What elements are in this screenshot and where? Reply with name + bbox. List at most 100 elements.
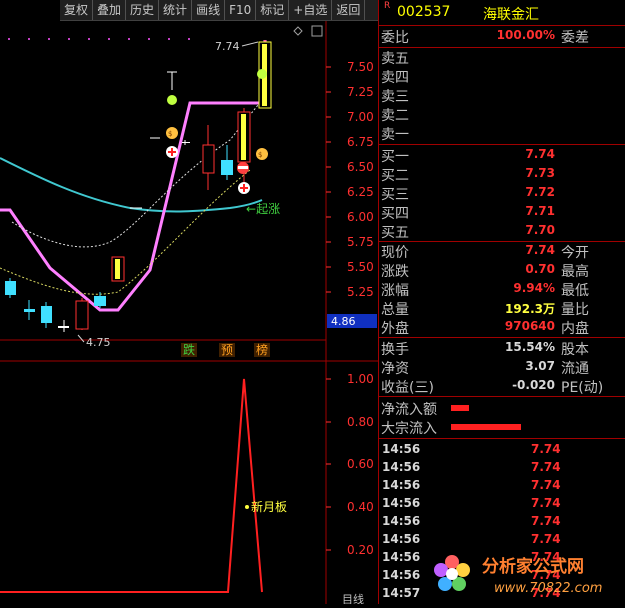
f10-button[interactable]: F10 bbox=[225, 0, 257, 20]
current-price-label: 4.86 bbox=[331, 315, 356, 328]
window-icon[interactable] bbox=[311, 25, 323, 37]
tick-time: 14:56 bbox=[382, 532, 421, 546]
ask-row[interactable]: 卖三 bbox=[379, 86, 625, 105]
bid-row[interactable]: 买一 7.74 bbox=[379, 146, 625, 165]
candle bbox=[202, 144, 215, 174]
top-dots bbox=[8, 38, 190, 40]
flow-row: 净流入额 bbox=[379, 399, 625, 418]
bid-label: 买四 bbox=[381, 206, 409, 222]
stat-label: 净资 bbox=[381, 361, 409, 377]
divider bbox=[379, 337, 625, 338]
divider bbox=[379, 396, 625, 397]
price-tick: 5.25 bbox=[347, 285, 374, 299]
diamond-icon[interactable] bbox=[293, 26, 303, 36]
ask-row[interactable]: 卖二 bbox=[379, 105, 625, 124]
watermark-text: 分析家公式网 bbox=[482, 556, 584, 577]
stats-button[interactable]: 统计 bbox=[159, 0, 193, 20]
weibi-row: 委比 100.00% 委差 bbox=[379, 27, 625, 46]
watermark-logo-icon: 分析家公式网 www.70822.com bbox=[434, 555, 602, 596]
ask-label: 卖四 bbox=[381, 70, 409, 86]
candle bbox=[41, 306, 52, 323]
bid-label: 买一 bbox=[381, 149, 409, 165]
tick-time: 14:56 bbox=[382, 460, 421, 474]
stat-label2: 内盘 bbox=[561, 321, 589, 337]
indicator-tick: 1.00 bbox=[347, 372, 374, 386]
candle bbox=[24, 309, 35, 312]
bid-label: 买三 bbox=[381, 187, 409, 203]
flow-label: 净流入额 bbox=[381, 402, 437, 418]
apple-icon bbox=[167, 71, 177, 105]
price-tick: 6.00 bbox=[347, 210, 374, 224]
stat-value: 9.94% bbox=[513, 281, 555, 295]
ask-row[interactable]: 卖四 bbox=[379, 67, 625, 86]
stock-code[interactable]: 002537 bbox=[397, 4, 450, 20]
price-tick: 6.50 bbox=[347, 160, 374, 174]
candle bbox=[75, 300, 89, 330]
fuquan-button[interactable]: 复权 bbox=[60, 0, 94, 20]
price-tick: 5.75 bbox=[347, 235, 374, 249]
tick-time: 14:57 bbox=[382, 586, 421, 600]
indicator-bottom-label: 目线 bbox=[342, 592, 364, 604]
striped-ball-icon bbox=[237, 162, 249, 174]
stat-row: 总量 192.3万 量比 bbox=[379, 299, 625, 318]
stat-label: 现价 bbox=[381, 245, 409, 261]
price-tick: 5.50 bbox=[347, 260, 374, 274]
ask-row[interactable]: 卖一 bbox=[379, 124, 625, 143]
stat-label2: 最低 bbox=[561, 283, 589, 299]
signal-bang: 榜 bbox=[256, 342, 268, 357]
bid-row[interactable]: 买三 7.72 bbox=[379, 184, 625, 203]
draw-line-button[interactable]: 画线 bbox=[192, 0, 226, 20]
watermark: 分析家公式网 www.70822.com bbox=[428, 548, 625, 604]
svg-text:$: $ bbox=[258, 151, 262, 159]
stat-row: 收益(三) -0.020 PE(动) bbox=[379, 377, 625, 396]
stat-value: -0.020 bbox=[512, 378, 555, 392]
ask-label: 卖一 bbox=[381, 127, 409, 143]
bid-value: 7.74 bbox=[525, 147, 555, 161]
mark-button[interactable]: 标记 bbox=[256, 0, 290, 20]
tick-price: 7.74 bbox=[531, 496, 561, 510]
ask-row[interactable]: 卖五 bbox=[379, 48, 625, 67]
price-tick: 6.25 bbox=[347, 185, 374, 199]
svg-text:$: $ bbox=[168, 130, 172, 138]
stock-name[interactable]: 海联金汇 bbox=[483, 4, 539, 24]
qizhang-label: ←起涨 bbox=[246, 201, 280, 216]
tick-row: 14:56 7.74 bbox=[379, 496, 625, 514]
stat-label2: 今开 bbox=[561, 245, 589, 261]
stat-label: 总量 bbox=[381, 302, 409, 318]
bid-row[interactable]: 买二 7.73 bbox=[379, 165, 625, 184]
divider bbox=[379, 25, 625, 26]
ask-label: 卖三 bbox=[381, 89, 409, 105]
bid-value: 7.72 bbox=[525, 185, 555, 199]
stat-row: 涨幅 9.94% 最低 bbox=[379, 280, 625, 299]
divider bbox=[379, 438, 625, 439]
candle bbox=[94, 296, 106, 306]
indicator-tick-marks bbox=[326, 378, 331, 551]
bid-row[interactable]: 买四 7.71 bbox=[379, 203, 625, 222]
stat-label: 换手 bbox=[381, 342, 409, 358]
r-badge: R bbox=[384, 1, 391, 11]
history-button[interactable]: 历史 bbox=[126, 0, 160, 20]
stat-value: 970640 bbox=[504, 319, 555, 333]
bid-row[interactable]: 买五 7.70 bbox=[379, 222, 625, 241]
tick-time: 14:56 bbox=[382, 514, 421, 528]
add-watchlist-button[interactable]: +自选 bbox=[289, 0, 333, 20]
quote-header: R 002537 海联金汇 bbox=[379, 0, 625, 24]
stat-label: 外盘 bbox=[381, 321, 409, 337]
diejia-button[interactable]: 叠加 bbox=[93, 0, 127, 20]
signal-die: 跌 bbox=[183, 342, 195, 357]
candle bbox=[58, 326, 69, 328]
low-price-label: 4.75 bbox=[86, 336, 111, 349]
tick-price: 7.74 bbox=[531, 478, 561, 492]
quote-panel: R 002537 海联金汇 委比 100.00% 委差 卖五 卖四 卖三 卖二 … bbox=[378, 0, 625, 604]
ask-label: 卖五 bbox=[381, 51, 409, 67]
chart-area[interactable]: 7.50 7.25 7.00 6.75 6.50 6.25 6.00 5.75 … bbox=[0, 0, 378, 606]
back-button[interactable]: 返回 bbox=[332, 0, 366, 20]
money-bag-icon: $ bbox=[256, 148, 268, 160]
stat-row: 换手 15.54% 股本 bbox=[379, 339, 625, 358]
price-tick: 7.00 bbox=[347, 110, 374, 124]
stat-label2: PE(动) bbox=[561, 380, 604, 396]
stat-row: 净资 3.07 流通 bbox=[379, 358, 625, 377]
indicator-tick: 0.60 bbox=[347, 457, 374, 471]
kline-svg[interactable]: 7.50 7.25 7.00 6.75 6.50 6.25 6.00 5.75 … bbox=[0, 0, 378, 606]
stat-value: 3.07 bbox=[525, 359, 555, 373]
